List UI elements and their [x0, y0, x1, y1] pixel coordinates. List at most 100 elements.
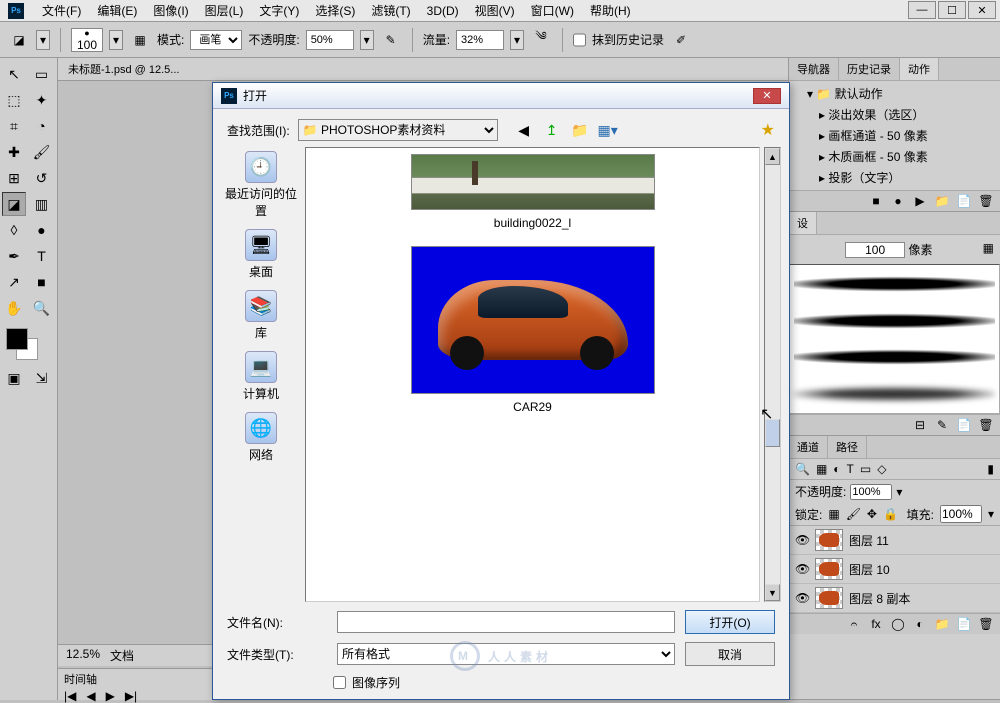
- filter-shape-icon[interactable]: ▭: [860, 462, 871, 476]
- close-button[interactable]: ✕: [968, 1, 996, 19]
- tab-paths[interactable]: 路径: [828, 436, 867, 458]
- group-icon[interactable]: 📁: [934, 617, 950, 631]
- menu-3d[interactable]: 3D(D): [419, 4, 467, 18]
- layer-thumbnail[interactable]: [815, 587, 843, 609]
- trash-icon[interactable]: 🗑: [978, 194, 994, 208]
- layer-row[interactable]: 👁 图层 8 副本: [789, 584, 1000, 613]
- dialog-close-button[interactable]: ✕: [753, 88, 781, 104]
- lock-transparency-icon[interactable]: ▦: [828, 507, 839, 521]
- timeline-play-icon[interactable]: ▶: [106, 689, 115, 703]
- brush-presets[interactable]: [789, 264, 1000, 414]
- brush-dropdown[interactable]: ▾: [109, 30, 123, 50]
- pressure-size-icon[interactable]: ✐: [670, 29, 692, 51]
- filter-pixel-icon[interactable]: ▦: [816, 462, 827, 476]
- new-action-icon[interactable]: 📄: [956, 194, 972, 208]
- trash-icon[interactable]: 🗑: [978, 418, 994, 432]
- doc-info[interactable]: 文档: [110, 647, 134, 664]
- magic-wand-tool[interactable]: ✦: [30, 88, 54, 112]
- menu-file[interactable]: 文件(F): [34, 2, 89, 19]
- scroll-thumb[interactable]: [765, 419, 780, 447]
- file-item[interactable]: building0022_l: [411, 154, 655, 230]
- minimize-button[interactable]: —: [908, 1, 936, 19]
- flow-dropdown[interactable]: ▾: [510, 30, 524, 50]
- maximize-button[interactable]: ☐: [938, 1, 966, 19]
- tab-actions[interactable]: 动作: [900, 58, 939, 80]
- file-scrollbar[interactable]: ▲ ▼: [764, 147, 781, 602]
- blur-tool[interactable]: ◊: [2, 218, 26, 242]
- action-item[interactable]: ▸ 画框通道 - 50 像素: [789, 125, 1000, 146]
- brush-panel-icon[interactable]: ▦: [129, 29, 151, 51]
- new-set-icon[interactable]: 📁: [934, 194, 950, 208]
- new-brush-icon[interactable]: 📄: [956, 418, 972, 432]
- visibility-icon[interactable]: 👁: [795, 562, 809, 576]
- visibility-icon[interactable]: 👁: [795, 591, 809, 605]
- menu-type[interactable]: 文字(Y): [251, 2, 307, 19]
- zoom-level[interactable]: 12.5%: [66, 647, 100, 664]
- filter-type-icon[interactable]: T: [847, 462, 854, 476]
- place-recent[interactable]: 🕘最近访问的位置: [221, 151, 301, 219]
- filename-input[interactable]: [337, 611, 675, 633]
- menu-select[interactable]: 选择(S): [307, 2, 363, 19]
- file-list[interactable]: building0022_l CAR29: [305, 147, 760, 602]
- stop-icon[interactable]: ■: [868, 194, 884, 208]
- layer-opacity-input[interactable]: [850, 484, 892, 500]
- visibility-icon[interactable]: 👁: [795, 533, 809, 547]
- place-network[interactable]: 🌐网络: [245, 412, 277, 463]
- open-button[interactable]: 打开(O): [685, 610, 775, 634]
- filter-toggle-icon[interactable]: ▮: [987, 462, 994, 476]
- dialog-titlebar[interactable]: Ps 打开 ✕: [213, 83, 789, 109]
- layer-row[interactable]: 👁 图层 11: [789, 526, 1000, 555]
- new-folder-icon[interactable]: 📁: [570, 120, 590, 140]
- menu-image[interactable]: 图像(I): [145, 2, 196, 19]
- action-item[interactable]: ▸ 投影（文字）: [789, 167, 1000, 188]
- fx-icon[interactable]: fx: [868, 617, 884, 631]
- history-brush-tool[interactable]: ↺: [30, 166, 54, 190]
- gradient-tool[interactable]: ▥: [30, 192, 54, 216]
- snap-icon[interactable]: ⊟: [912, 418, 928, 432]
- brush-stroke-preview[interactable]: [794, 382, 995, 406]
- place-libraries[interactable]: 📚库: [245, 290, 277, 341]
- brush-tool[interactable]: 🖌: [30, 140, 54, 164]
- menu-window[interactable]: 窗口(W): [523, 2, 582, 19]
- record-icon[interactable]: ●: [890, 194, 906, 208]
- image-sequence-checkbox[interactable]: [333, 676, 346, 689]
- marquee-tool[interactable]: ⬚: [2, 88, 26, 112]
- filetype-select[interactable]: 所有格式: [337, 643, 675, 665]
- up-icon[interactable]: ↥: [542, 120, 562, 140]
- layer-name[interactable]: 图层 8 副本: [849, 590, 910, 607]
- artboard-tool[interactable]: ▭: [30, 62, 54, 86]
- lock-all-icon[interactable]: 🔒: [883, 507, 898, 521]
- trash-icon[interactable]: 🗑: [978, 617, 994, 631]
- brush-options-icon[interactable]: ▦: [983, 241, 994, 255]
- quick-mask-icon[interactable]: ▣: [2, 366, 26, 390]
- eraser-tool[interactable]: ◪: [2, 192, 26, 216]
- place-computer[interactable]: 💻计算机: [243, 351, 279, 402]
- favorites-icon[interactable]: ★: [761, 120, 775, 140]
- live-tip-icon[interactable]: ✎: [934, 418, 950, 432]
- action-set[interactable]: ▾ 📁 默认动作: [789, 83, 1000, 104]
- new-layer-icon[interactable]: 📄: [956, 617, 972, 631]
- back-icon[interactable]: ◀: [514, 120, 534, 140]
- filter-adjust-icon[interactable]: ◐: [833, 462, 840, 476]
- tab-channels[interactable]: 通道: [789, 436, 828, 458]
- path-select-tool[interactable]: ↗: [2, 270, 26, 294]
- play-icon[interactable]: ▶: [912, 194, 928, 208]
- fill-input[interactable]: [940, 505, 982, 523]
- layer-row[interactable]: 👁 图层 10: [789, 555, 1000, 584]
- flow-input[interactable]: [456, 30, 504, 50]
- airbrush-icon[interactable]: ༄: [530, 29, 552, 51]
- layer-name[interactable]: 图层 10: [849, 561, 890, 578]
- scroll-down-icon[interactable]: ▼: [765, 584, 780, 601]
- tab-history[interactable]: 历史记录: [839, 58, 900, 80]
- menu-filter[interactable]: 滤镜(T): [363, 2, 418, 19]
- tab-brush-settings[interactable]: 设: [789, 212, 817, 234]
- brush-stroke-preview[interactable]: [794, 272, 995, 296]
- layer-thumbnail[interactable]: [815, 529, 843, 551]
- hand-tool[interactable]: ✋: [2, 296, 26, 320]
- color-swatches[interactable]: [2, 328, 55, 364]
- view-menu-icon[interactable]: ▦▾: [598, 120, 618, 140]
- document-tab[interactable]: 未标题-1.psd @ 12.5...: [58, 58, 788, 81]
- brush-stroke-preview[interactable]: [794, 309, 995, 333]
- menu-view[interactable]: 视图(V): [467, 2, 523, 19]
- lookin-select[interactable]: 📁 PHOTOSHOP素材资料: [298, 119, 498, 141]
